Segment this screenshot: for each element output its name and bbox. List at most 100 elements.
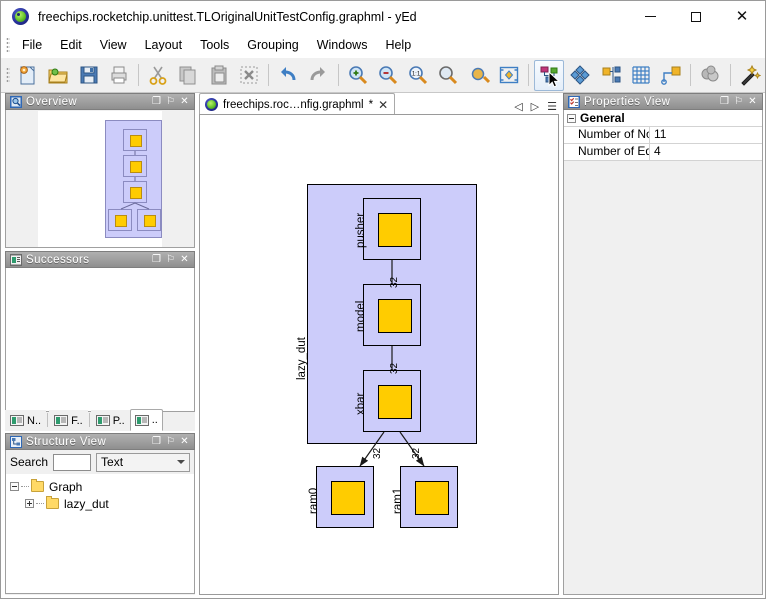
menu-help[interactable]: Help [376, 35, 420, 55]
properties-title-buttons: ❐ ⚐ ✕ [719, 96, 760, 107]
overview-edges [120, 151, 150, 210]
float-button[interactable]: ❐ [151, 96, 162, 107]
redo-icon[interactable] [304, 61, 332, 90]
overview-body[interactable] [5, 110, 195, 248]
next-tab-button[interactable]: ▷ [531, 101, 539, 112]
pin-button[interactable]: ⚐ [165, 436, 176, 447]
graph-canvas[interactable]: lazy_dut pusher model xbar ram0 ram1 32 … [199, 114, 559, 595]
open-document-icon[interactable] [44, 61, 72, 90]
close-button[interactable]: ✕ [719, 1, 765, 32]
tree-layout-icon[interactable] [657, 61, 685, 90]
orthogonal-layout-icon[interactable] [597, 61, 625, 90]
cluster-icon[interactable] [696, 61, 724, 90]
tree-item-label: lazy_dut [64, 496, 109, 511]
menu-windows[interactable]: Windows [308, 35, 377, 55]
grid-layout-icon[interactable] [627, 61, 655, 90]
search-input[interactable] [53, 453, 92, 471]
folder-icon [31, 479, 44, 492]
graph-node-model[interactable] [363, 284, 421, 346]
prev-tab-button[interactable]: ◁ [514, 101, 522, 112]
cut-icon[interactable] [144, 61, 172, 90]
structure-tree[interactable]: Graph lazy_dut [5, 474, 195, 594]
search-mode-select[interactable]: Text [96, 452, 190, 472]
toolbar-drag-handle[interactable] [6, 67, 10, 83]
close-icon[interactable]: ✕ [747, 96, 758, 107]
graph-node-label-ram1: ram1 [392, 487, 404, 514]
edge-label-xbar-ram1: 32 [411, 447, 422, 459]
graph-node-label-ram0: ram0 [308, 487, 320, 514]
menu-tools[interactable]: Tools [191, 35, 238, 55]
zoom-actual-size-icon[interactable]: 1:1 [404, 61, 432, 90]
tree-expander-icon[interactable] [10, 482, 19, 491]
tree-item-graph[interactable]: Graph [8, 478, 192, 495]
tree-expander-icon[interactable] [25, 499, 34, 508]
close-icon[interactable]: ✕ [179, 436, 190, 447]
fit-page-icon[interactable] [495, 61, 523, 90]
paste-icon[interactable] [204, 61, 232, 90]
properties-body[interactable]: General Number of Nod… 11 Number of Edg…… [563, 110, 763, 595]
graph-node-pusher[interactable] [363, 198, 421, 260]
properties-section-general[interactable]: General [564, 110, 762, 127]
overview-page [38, 111, 162, 247]
successors-tab-selected[interactable]: .. [129, 409, 163, 431]
property-value: 4 [654, 144, 661, 158]
print-icon[interactable] [105, 61, 133, 90]
menu-file[interactable]: File [13, 35, 51, 55]
close-icon[interactable]: ✕ [378, 99, 388, 111]
title-bar: freechips.rocketchip.unittest.TLOriginal… [1, 1, 765, 32]
document-tab[interactable]: freechips.roc…nfig.graphml * ✕ [199, 93, 396, 115]
tree-expander-icon[interactable] [567, 113, 576, 123]
menu-layout[interactable]: Layout [136, 35, 192, 55]
properties-view-icon [568, 95, 580, 108]
maximize-button[interactable] [673, 1, 719, 32]
successors-tab-strip: N.. F.. P.. .. [5, 409, 195, 431]
delete-icon[interactable] [235, 61, 263, 90]
float-button[interactable]: ❐ [719, 96, 730, 107]
pin-button[interactable]: ⚐ [733, 96, 744, 107]
successors-tab-label: .. [151, 414, 158, 426]
chevron-down-icon [177, 460, 185, 464]
property-row-edge-count[interactable]: Number of Edg… 4 [564, 144, 762, 161]
graph-edges [359, 260, 425, 467]
zoom-out-icon[interactable] [374, 61, 402, 90]
successors-tab-n[interactable]: N.. [5, 410, 47, 431]
float-button[interactable]: ❐ [151, 436, 162, 447]
copy-icon[interactable] [174, 61, 202, 90]
minimize-button[interactable] [627, 1, 673, 32]
zoom-area-icon[interactable] [434, 61, 462, 90]
zoom-in-icon[interactable] [343, 61, 371, 90]
successors-tab-p[interactable]: P.. [90, 410, 130, 431]
pin-button[interactable]: ⚐ [165, 96, 176, 107]
magic-layout-icon[interactable] [736, 61, 764, 90]
close-icon[interactable]: ✕ [179, 254, 190, 265]
document-tab-strip: freechips.roc…nfig.graphml * ✕ ◁ ▷ ☰ [199, 93, 559, 115]
organic-layout-icon[interactable] [566, 61, 594, 90]
pin-button[interactable]: ⚐ [165, 254, 176, 265]
new-document-icon[interactable] [14, 61, 42, 90]
overview-title-buttons: ❐ ⚐ ✕ [151, 96, 192, 107]
property-value: 11 [654, 127, 667, 141]
fit-content-icon[interactable] [465, 61, 493, 90]
graph-node-ram0[interactable] [316, 466, 374, 528]
undo-icon[interactable] [274, 61, 302, 90]
float-button[interactable]: ❐ [151, 254, 162, 265]
property-row-node-count[interactable]: Number of Nod… 11 [564, 127, 762, 144]
menu-grouping[interactable]: Grouping [238, 35, 307, 55]
close-icon[interactable]: ✕ [179, 96, 190, 107]
successors-body[interactable] [5, 268, 195, 412]
menu-drag-handle[interactable] [6, 37, 10, 53]
graph-node-shape [378, 385, 412, 419]
tab-list-button[interactable]: ☰ [547, 101, 557, 112]
graph-node-shape [378, 213, 412, 247]
menu-edit[interactable]: Edit [51, 35, 91, 55]
save-icon[interactable] [74, 61, 102, 90]
menu-view[interactable]: View [91, 35, 136, 55]
property-key: Number of Edg… [564, 144, 650, 160]
graph-node-ram1[interactable] [400, 466, 458, 528]
neighborhood-icon [54, 415, 69, 426]
tree-item-lazy-dut[interactable]: lazy_dut [8, 495, 192, 512]
hierarchic-layout-icon[interactable] [534, 59, 565, 91]
successors-tab-f[interactable]: F.. [49, 410, 88, 431]
toolbar-separator [690, 64, 692, 86]
graph-node-xbar[interactable] [363, 370, 421, 432]
